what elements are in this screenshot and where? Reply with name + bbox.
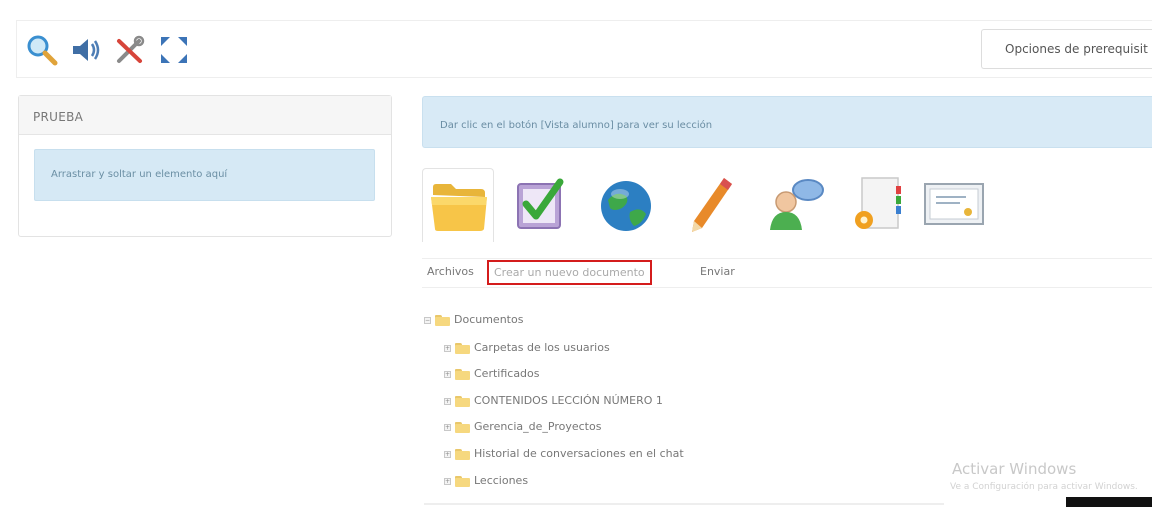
expand-icon[interactable]: + xyxy=(444,478,451,485)
folder-icon xyxy=(455,369,470,380)
tree-node-label: Documentos xyxy=(454,313,524,326)
document-actions-bar: Archivos Crear un nuevo documento Enviar xyxy=(422,258,1152,288)
collapse-icon[interactable]: − xyxy=(424,317,431,324)
certificate-tool-button[interactable] xyxy=(916,168,988,242)
document-gear-icon xyxy=(855,177,901,229)
edit-tool-button[interactable] xyxy=(674,168,746,242)
folder-icon xyxy=(455,396,470,407)
links-tool-button[interactable] xyxy=(590,168,662,242)
send-tab[interactable]: Enviar xyxy=(700,265,735,278)
settings-document-tool-button[interactable] xyxy=(842,168,914,242)
folder-icon xyxy=(455,449,470,460)
windows-activation-watermark: Activar Windows xyxy=(952,460,1077,478)
folder-icon xyxy=(455,343,470,354)
expand-icon[interactable]: + xyxy=(444,345,451,352)
pencil-icon xyxy=(692,178,732,232)
tree-node-label: Historial de conversaciones en el chat xyxy=(474,447,684,460)
documents-tool-button[interactable] xyxy=(422,168,494,242)
tree-node-label: CONTENIDOS LECCIÓN NÚMERO 1 xyxy=(474,394,663,407)
prueba-panel: PRUEBA Arrastrar y soltar un elemento aq… xyxy=(18,95,392,237)
folder-icon xyxy=(455,422,470,433)
folder-icon xyxy=(455,476,470,487)
info-message: Dar clic en el botón [Vista alumno] para… xyxy=(422,96,1152,148)
exercises-tool-button[interactable] xyxy=(506,168,578,242)
expand-icon[interactable]: + xyxy=(444,398,451,405)
expand-icon[interactable]: + xyxy=(444,451,451,458)
taskbar-fragment xyxy=(1066,497,1152,507)
files-tab[interactable]: Archivos xyxy=(427,265,474,278)
folder-icon xyxy=(431,184,487,231)
expand-icon[interactable]: + xyxy=(444,371,451,378)
checklist-icon xyxy=(517,178,564,229)
users-tool-button[interactable] xyxy=(758,168,830,242)
tools-icon[interactable] xyxy=(113,33,147,67)
tools-row xyxy=(422,168,1022,242)
panel-title: PRUEBA xyxy=(19,96,391,135)
search-icon[interactable] xyxy=(25,33,59,67)
create-new-document-tab[interactable]: Crear un nuevo documento xyxy=(487,260,652,285)
windows-activation-hint: Ve a Configuración para activar Windows. xyxy=(950,482,1138,492)
top-toolbar: Opciones de prerequisit xyxy=(16,20,1152,78)
divider xyxy=(424,503,944,505)
globe-icon xyxy=(601,181,651,231)
tree-node-label: Lecciones xyxy=(474,474,529,487)
expand-icon[interactable]: + xyxy=(444,424,451,431)
tree-node-label: Carpetas de los usuarios xyxy=(474,341,610,354)
tree-node-label: Gerencia_de_Proyectos xyxy=(474,420,602,433)
dropzone[interactable]: Arrastrar y soltar un elemento aquí xyxy=(34,149,375,201)
speaker-icon[interactable] xyxy=(69,33,103,67)
users-chat-icon xyxy=(770,179,824,230)
prerequisites-options-button[interactable]: Opciones de prerequisit xyxy=(981,29,1152,69)
folder-icon xyxy=(435,315,450,326)
certificate-icon xyxy=(924,183,984,225)
fullscreen-icon[interactable] xyxy=(157,33,191,67)
tree-node-label: Certificados xyxy=(474,367,540,380)
